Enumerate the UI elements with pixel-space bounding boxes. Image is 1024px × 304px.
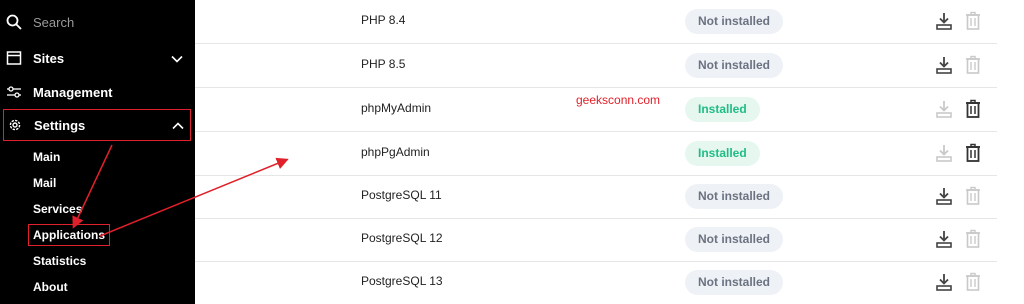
trash-icon xyxy=(966,229,980,248)
sidebar-item-settings[interactable]: Settings xyxy=(3,109,191,141)
application-name: PostgreSQL 13 xyxy=(361,274,443,288)
search-bar[interactable]: Search xyxy=(0,6,195,38)
gear-icon xyxy=(9,119,21,131)
sidebar-item-management[interactable]: Management xyxy=(0,76,195,108)
trash-icon[interactable] xyxy=(964,143,982,163)
submenu-item-services[interactable]: Services xyxy=(33,200,82,218)
table-row: phpPgAdmin Installed xyxy=(195,132,997,176)
status-badge: Not installed xyxy=(685,9,784,34)
sidebar-item-sites[interactable]: Sites xyxy=(0,42,195,74)
search-placeholder: Search xyxy=(33,15,75,30)
search-icon xyxy=(6,14,22,30)
table-row: PostgreSQL 11 Not installed xyxy=(195,175,997,219)
sidebar-item-label: Sites xyxy=(33,51,65,66)
chevron-up-icon xyxy=(172,122,184,130)
application-name: phpMyAdmin xyxy=(361,101,432,115)
application-name: PHP 8.5 xyxy=(361,57,406,71)
trash-icon xyxy=(966,11,980,30)
status-badge: Not installed xyxy=(685,270,784,295)
status-badge: Not installed xyxy=(685,53,784,78)
application-name: PostgreSQL 12 xyxy=(361,231,443,245)
download-icon xyxy=(936,101,952,118)
application-name: PHP 8.4 xyxy=(361,13,406,27)
trash-icon xyxy=(966,55,980,74)
submenu-item-about[interactable]: About xyxy=(33,278,68,296)
submenu-item-mail[interactable]: Mail xyxy=(33,174,56,192)
trash-icon[interactable] xyxy=(964,99,982,119)
download-icon[interactable] xyxy=(935,186,953,206)
submenu-item-main[interactable]: Main xyxy=(33,148,60,166)
table-row: PostgreSQL 12 Not installed xyxy=(195,218,997,262)
download-icon[interactable] xyxy=(935,272,953,292)
download-icon[interactable] xyxy=(935,55,953,75)
sidebar-item-label: Settings xyxy=(34,118,86,133)
table-row: PHP 8.4 Not installed xyxy=(195,0,997,44)
application-name: PostgreSQL 11 xyxy=(361,188,442,202)
submenu-item-statistics[interactable]: Statistics xyxy=(33,252,86,270)
download-icon[interactable] xyxy=(935,11,953,31)
browser-window-icon xyxy=(6,51,22,65)
submenu-item-applications[interactable]: Applications xyxy=(28,224,111,246)
status-badge: Installed xyxy=(685,97,760,122)
table-row: PHP 8.5 Not installed xyxy=(195,44,997,88)
sliders-icon xyxy=(7,86,21,98)
status-badge: Installed xyxy=(685,141,760,166)
trash-icon xyxy=(966,186,980,205)
chevron-down-icon xyxy=(171,55,183,63)
status-badge: Not installed xyxy=(685,184,784,209)
table-row: PostgreSQL 13 Not installed xyxy=(195,261,997,304)
watermark: geeksconn.com xyxy=(576,93,661,107)
sidebar: Search Sites Management Settings Main Ma… xyxy=(0,0,195,304)
download-icon xyxy=(936,145,952,162)
sidebar-item-label: Management xyxy=(33,85,113,100)
status-badge: Not installed xyxy=(685,227,784,252)
download-icon[interactable] xyxy=(935,229,953,249)
application-name: phpPgAdmin xyxy=(361,145,430,159)
trash-icon xyxy=(966,272,980,291)
